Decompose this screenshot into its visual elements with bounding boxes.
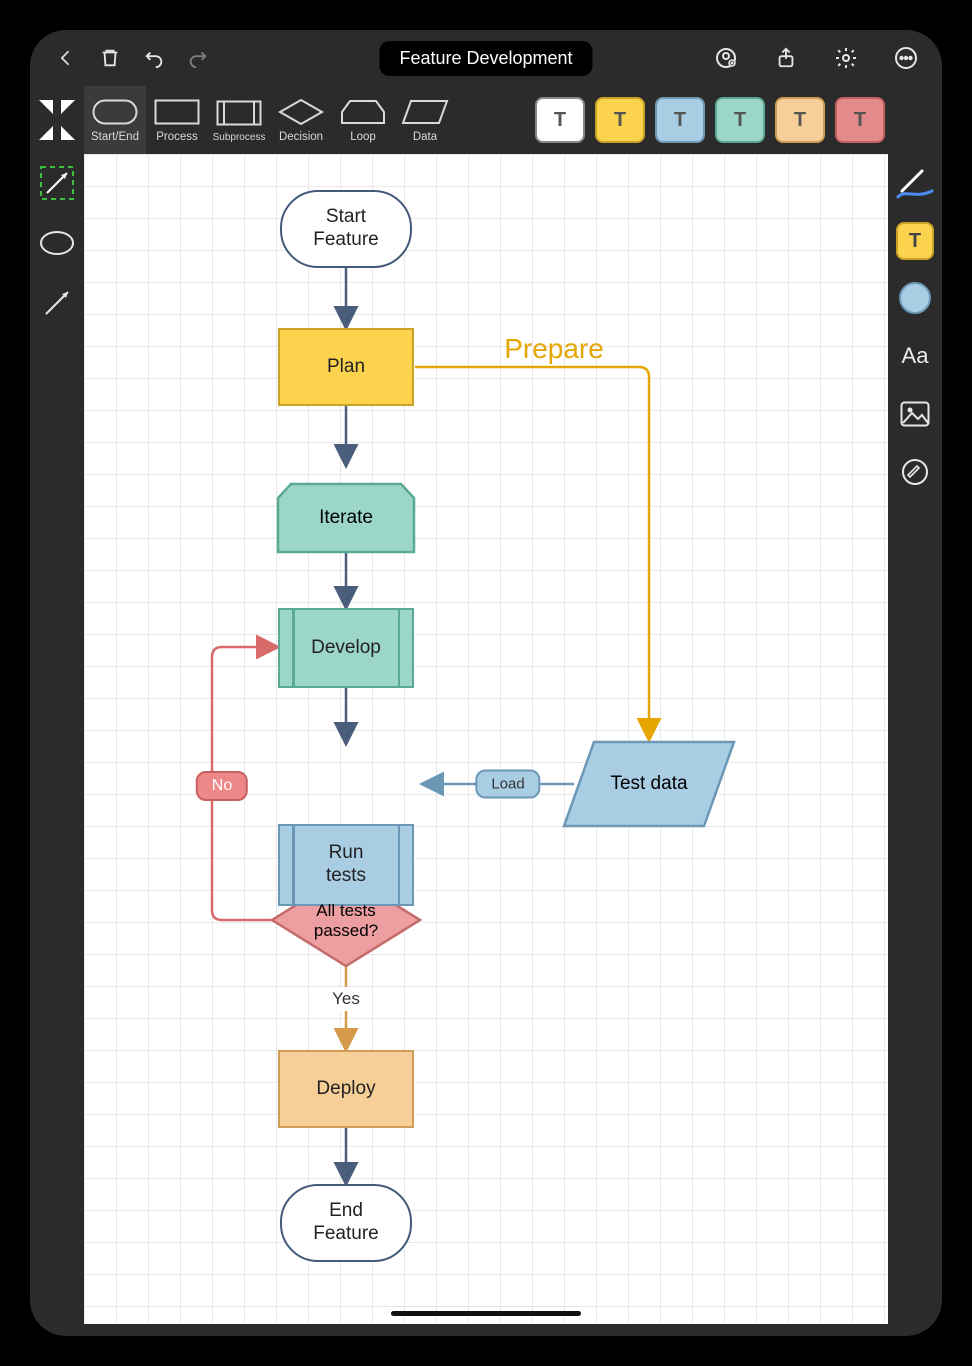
- edge-label-load: Load: [475, 770, 540, 799]
- pen-icon: [896, 167, 934, 201]
- person-add-icon: [714, 46, 738, 70]
- edge-label-no: No: [196, 771, 248, 801]
- edge-label-yes: Yes: [326, 987, 366, 1011]
- line-tool[interactable]: [36, 282, 78, 324]
- undo-icon: [143, 47, 165, 69]
- node-end[interactable]: EndFeature: [280, 1184, 412, 1262]
- shape-start-end[interactable]: Start/End: [84, 86, 146, 154]
- node-deploy[interactable]: Deploy: [278, 1050, 414, 1128]
- shape-label: Decision: [279, 131, 323, 143]
- image-icon: [900, 401, 930, 427]
- right-toolbar: T Aa: [888, 154, 942, 502]
- redo-button[interactable]: [176, 36, 220, 80]
- undo-button[interactable]: [132, 36, 176, 80]
- shape-loop[interactable]: Loop: [332, 86, 394, 154]
- shape-palette-row: Start/End Process Subprocess Decision Lo…: [30, 86, 894, 154]
- gear-icon: [834, 46, 858, 70]
- canvas[interactable]: StartFeature Plan Iterate Develop Runtes…: [84, 154, 888, 1324]
- swatch-green[interactable]: T: [715, 97, 765, 143]
- annotate-pen-circle-icon: [901, 458, 929, 486]
- share-button[interactable]: [764, 36, 808, 80]
- color-swatch-group: T T T T T T: [530, 86, 894, 154]
- node-iterate-label[interactable]: Iterate: [278, 484, 414, 552]
- swatch-orange[interactable]: T: [775, 97, 825, 143]
- pen-tool[interactable]: [895, 164, 935, 204]
- fill-circle-icon: [899, 282, 931, 314]
- ellipse-icon: [38, 229, 76, 257]
- share-icon: [775, 47, 797, 69]
- ellipse-tool[interactable]: [36, 222, 78, 264]
- text-color-chip[interactable]: T: [896, 222, 934, 260]
- top-toolbar: Feature Development: [30, 30, 942, 86]
- shape-process[interactable]: Process: [146, 86, 208, 154]
- chevron-left-icon: [56, 48, 76, 68]
- lasso-arrow-tool[interactable]: [36, 162, 78, 204]
- corner-tl-icon: [39, 100, 53, 114]
- swatch-white[interactable]: T: [535, 97, 585, 143]
- node-start[interactable]: StartFeature: [280, 190, 412, 268]
- edge-label-prepare: Prepare: [504, 333, 604, 365]
- redo-icon: [187, 47, 209, 69]
- dashed-select-arrow-icon: [38, 164, 76, 202]
- corner-handles-tool[interactable]: [30, 86, 84, 154]
- node-decision-label[interactable]: All testspassed?: [288, 896, 404, 946]
- corner-tr-icon: [61, 100, 75, 114]
- more-button[interactable]: [884, 36, 928, 80]
- node-plan[interactable]: Plan: [278, 328, 414, 406]
- flowchart-nodes: StartFeature Plan Iterate Develop Runtes…: [84, 154, 888, 1324]
- shape-data[interactable]: Data: [394, 86, 456, 154]
- back-button[interactable]: [44, 36, 88, 80]
- image-insert-button[interactable]: [895, 394, 935, 434]
- swatch-blue[interactable]: T: [655, 97, 705, 143]
- shape-decision[interactable]: Decision: [270, 86, 332, 154]
- trash-button[interactable]: [88, 36, 132, 80]
- more-icon: [894, 46, 918, 70]
- swatch-yellow[interactable]: T: [595, 97, 645, 143]
- trash-icon: [99, 47, 121, 69]
- line-arrow-icon: [40, 286, 74, 320]
- left-toolbar: [30, 154, 84, 332]
- shape-label: Process: [156, 131, 198, 143]
- collaborator-button[interactable]: [704, 36, 748, 80]
- shape-subprocess[interactable]: Subprocess: [208, 86, 270, 154]
- settings-button[interactable]: [824, 36, 868, 80]
- annotate-button[interactable]: [895, 452, 935, 492]
- node-run-tests[interactable]: Runtests: [278, 824, 414, 906]
- text-style-button[interactable]: Aa: [895, 336, 935, 376]
- shape-label: Loop: [350, 131, 376, 143]
- swatch-red[interactable]: T: [835, 97, 885, 143]
- shape-label: Data: [413, 131, 437, 143]
- shape-label: Subprocess: [213, 132, 266, 143]
- corner-br-icon: [61, 126, 75, 140]
- node-develop[interactable]: Develop: [278, 608, 414, 688]
- home-indicator: [391, 1311, 581, 1316]
- node-test-data-label[interactable]: Test data: [584, 756, 714, 812]
- document-title[interactable]: Feature Development: [379, 41, 592, 76]
- fill-color-button[interactable]: [895, 278, 935, 318]
- corner-bl-icon: [39, 126, 53, 140]
- shape-label: Start/End: [91, 131, 139, 143]
